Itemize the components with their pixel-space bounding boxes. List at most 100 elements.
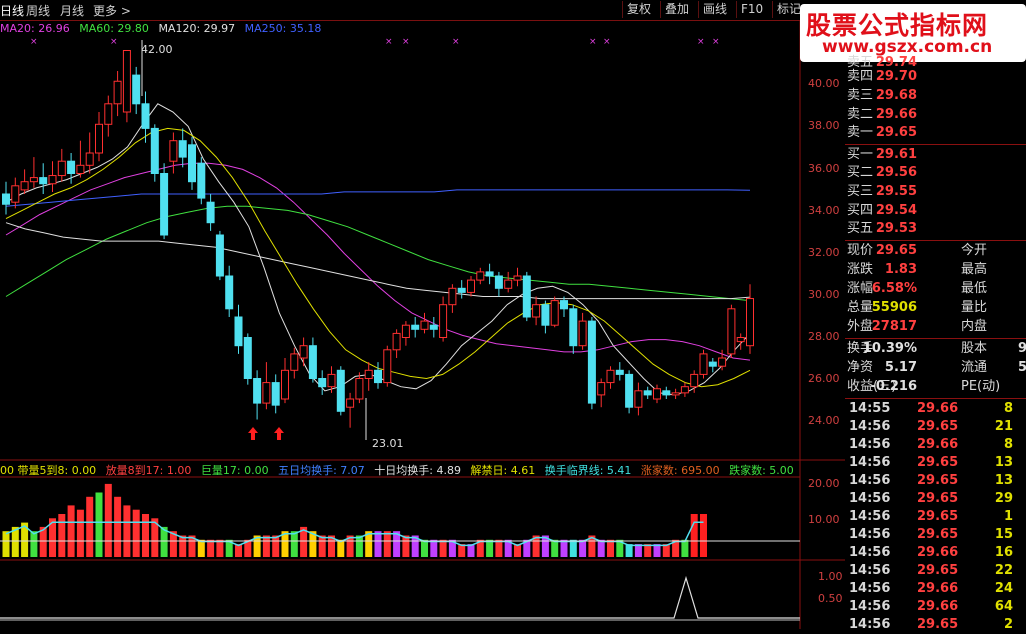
candle-body bbox=[587, 320, 596, 404]
tick-price: 29.65 bbox=[917, 473, 959, 488]
signal-x-icon: × bbox=[30, 37, 38, 47]
indicator-legend-item: 巨量17: 0.00 bbox=[200, 464, 269, 477]
candle-body bbox=[420, 320, 429, 330]
tick-volume: 8 bbox=[1003, 437, 1013, 452]
tick-time: 14:56 bbox=[849, 527, 891, 542]
candle-body bbox=[67, 160, 76, 174]
candle-body bbox=[653, 388, 661, 400]
indicator-line bbox=[0, 575, 800, 619]
kline-chart[interactable]: × × × × × × × × × bbox=[0, 0, 845, 629]
candle-body bbox=[122, 50, 131, 113]
candle-body bbox=[150, 127, 159, 174]
volume-bar bbox=[607, 539, 614, 557]
candle-body bbox=[215, 234, 224, 277]
candle-body bbox=[271, 382, 280, 406]
candle-body bbox=[2, 193, 10, 205]
volume-bar bbox=[58, 514, 66, 557]
volume-bar bbox=[681, 539, 689, 557]
volume-bar bbox=[216, 539, 224, 557]
tick-row: 14:56 29.65 21 bbox=[847, 418, 1026, 436]
divider bbox=[845, 240, 1026, 241]
quote-row-pct: 涨幅 6.58% 最低 bbox=[847, 280, 1026, 298]
quote-label: 现价 bbox=[847, 243, 874, 258]
indicator-legend-item: 解禁日: 4.61 bbox=[470, 464, 536, 477]
candle-body bbox=[29, 177, 38, 183]
signal-x-icon: × bbox=[402, 37, 410, 47]
candle-body bbox=[225, 275, 234, 310]
candle-body bbox=[243, 337, 252, 379]
tick-volume: 64 bbox=[994, 599, 1013, 614]
volume-bar bbox=[262, 535, 270, 557]
quote-value: 5.17 bbox=[884, 360, 917, 375]
indicator-legend-item: 放量8到17: 1.00 bbox=[105, 464, 192, 477]
quote-value: 1.83 bbox=[884, 262, 917, 277]
order-book-buy-1: 买一 29.61 bbox=[847, 146, 1026, 164]
tick-price: 29.66 bbox=[917, 401, 959, 416]
order-book-buy-2: 买二 29.56 bbox=[847, 164, 1026, 182]
order-book-buy-3: 买三 29.55 bbox=[847, 183, 1026, 201]
volume-bar bbox=[439, 539, 447, 557]
order-book-sell-4: 卖四 29.70 bbox=[847, 68, 1026, 86]
tick-time: 14:56 bbox=[849, 473, 891, 488]
tick-time: 14:56 bbox=[849, 563, 891, 578]
volume-tick-label: 10.00 bbox=[808, 513, 840, 526]
quote-label: 总量 bbox=[847, 300, 874, 315]
row-label: 卖四 bbox=[847, 69, 874, 84]
candle-body bbox=[141, 103, 150, 129]
candle-body bbox=[606, 369, 615, 384]
quote-label-2: 内盘 bbox=[961, 319, 988, 334]
row-price: 29.68 bbox=[875, 88, 917, 103]
quote-label-2: PE(动) bbox=[961, 379, 1001, 394]
volume-bar bbox=[95, 492, 103, 557]
row-price: 29.53 bbox=[875, 221, 917, 236]
signal-x-icon: × bbox=[589, 37, 597, 47]
volume-bar bbox=[197, 539, 205, 557]
candle-body bbox=[578, 320, 587, 347]
volume-bar bbox=[402, 535, 410, 557]
candle-body bbox=[290, 353, 299, 371]
candle-body bbox=[364, 369, 373, 379]
candle-body bbox=[448, 287, 457, 306]
volume-bar bbox=[272, 535, 280, 557]
candle-body bbox=[327, 373, 336, 388]
candle-body bbox=[476, 271, 485, 281]
tick-row: 14:56 29.65 29 bbox=[847, 490, 1026, 508]
candle-body bbox=[160, 173, 169, 236]
row-price: 29.65 bbox=[875, 125, 917, 140]
quote-label-2: 今开 bbox=[961, 243, 988, 258]
candle-body bbox=[708, 361, 717, 367]
quote-label: 净资 bbox=[847, 360, 874, 375]
tick-row: 14:56 29.66 64 bbox=[847, 598, 1026, 616]
row-price: 29.70 bbox=[875, 69, 917, 84]
volume-bar bbox=[30, 531, 38, 557]
order-book-sell-3: 卖三 29.68 bbox=[847, 87, 1026, 105]
candle-body bbox=[392, 332, 401, 351]
tick-time: 14:56 bbox=[849, 617, 891, 632]
tick-volume: 29 bbox=[994, 491, 1013, 506]
tick-volume: 1 bbox=[1003, 509, 1013, 524]
candle-body bbox=[234, 316, 243, 347]
price-tick-label: 24.00 bbox=[808, 414, 840, 427]
candle-body bbox=[429, 324, 438, 330]
volume-bar bbox=[421, 539, 428, 557]
indicator-legend: 00 带量5到8: 0.00 放量8到17: 1.00 巨量17: 0.00 五… bbox=[0, 462, 800, 477]
candle-body bbox=[299, 345, 308, 359]
candle-body bbox=[346, 398, 355, 408]
volume-bar bbox=[569, 539, 577, 557]
tick-volume: 15 bbox=[994, 527, 1013, 542]
divider bbox=[845, 338, 1026, 339]
quote-row-price: 现价 29.65 今开 bbox=[847, 242, 1026, 260]
row-label: 买三 bbox=[847, 184, 874, 199]
indicator-legend-item: 十日均换手: 4.89 bbox=[374, 464, 461, 477]
price-tick-label: 30.00 bbox=[808, 288, 840, 301]
tick-volume: 22 bbox=[994, 563, 1013, 578]
quote-label-2: 流通 bbox=[961, 360, 988, 375]
candle-body bbox=[104, 103, 113, 125]
tick-time: 14:56 bbox=[849, 545, 891, 560]
candle-body bbox=[178, 140, 187, 158]
tick-price: 29.66 bbox=[917, 599, 959, 614]
candle-body bbox=[736, 337, 745, 343]
quote-value: 29.65 bbox=[875, 243, 917, 258]
candle-body bbox=[262, 382, 271, 404]
volume-bar bbox=[318, 535, 326, 557]
